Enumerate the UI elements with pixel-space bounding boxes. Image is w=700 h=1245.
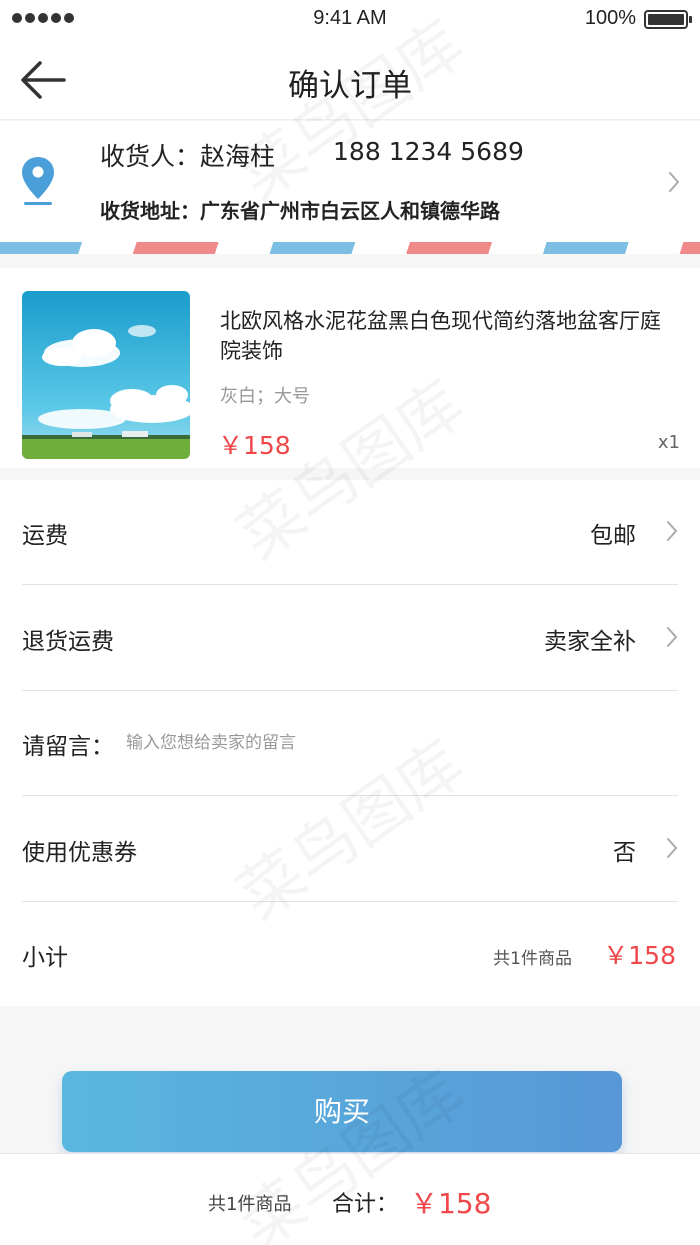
shipping-fee-row[interactable]: 运费 包邮 <box>22 480 678 585</box>
nav-bar: 确认订单 <box>0 40 700 120</box>
coupon-value: 否 <box>613 840 636 866</box>
product-price: ￥158 <box>218 431 291 460</box>
order-confirm-screen: 9:41 AM 100% 确认订单 收货人： 赵海柱 188 1234 5689… <box>0 0 700 1245</box>
order-options: 运费 包邮 退货运费 卖家全补 请留言： 使用优惠券 否 小计 共1件商 <box>0 480 700 1006</box>
address-line: 收货地址：广东省广州市白云区人和镇德华路 <box>100 195 500 224</box>
chevron-right-icon <box>667 521 677 541</box>
product-spec: 灰白；大号 <box>220 386 310 407</box>
status-bar: 9:41 AM 100% <box>0 0 700 40</box>
return-shipping-label: 退货运费 <box>22 629 114 655</box>
receiver-phone: 188 1234 5689 <box>333 137 524 166</box>
page-title: 确认订单 <box>288 68 412 104</box>
return-shipping-row[interactable]: 退货运费 卖家全补 <box>22 586 678 691</box>
receiver-label: 收货人： <box>100 142 201 171</box>
shipping-fee-value: 包邮 <box>590 523 636 549</box>
subtotal-label: 小计 <box>22 945 68 971</box>
message-input[interactable] <box>126 729 666 757</box>
coupon-label: 使用优惠券 <box>22 840 137 866</box>
chevron-right-icon <box>667 627 677 647</box>
shipping-address-card[interactable]: 收货人： 赵海柱 188 1234 5689 收货地址：广东省广州市白云区人和镇… <box>0 121 700 254</box>
total-label: 合计： <box>332 1192 399 1217</box>
receiver-line: 收货人： 赵海柱 188 1234 5689 <box>100 137 524 173</box>
product-title: 北欧风格水泥花盆黑白色现代简约落地盆客厅庭院装饰 <box>220 309 661 363</box>
address-text: 广东省广州市白云区人和镇德华路 <box>200 199 500 223</box>
chevron-right-icon <box>669 172 679 192</box>
envelope-stripe <box>0 242 700 254</box>
total-item-count: 共1件商品 <box>208 1194 292 1215</box>
battery-percentage: 100% <box>584 7 636 29</box>
product-item[interactable]: 北欧风格水泥花盆黑白色现代简约落地盆客厅庭院装饰 灰白；大号 ￥158 x1 <box>0 268 700 468</box>
address-label: 收货地址： <box>100 199 200 223</box>
product-quantity: x1 <box>657 432 680 453</box>
shipping-fee-label: 运费 <box>22 523 68 549</box>
chevron-right-icon <box>667 838 677 858</box>
order-total-bar: 共1件商品 合计： ￥158 <box>0 1153 700 1245</box>
subtotal-price: ￥158 <box>603 941 676 970</box>
total-price: ￥158 <box>410 1187 492 1220</box>
receiver-name: 赵海柱 <box>200 142 276 171</box>
message-row: 请留言： <box>22 691 678 796</box>
message-label: 请留言： <box>22 734 114 760</box>
subtotal-item-count: 共1件商品 <box>493 949 572 969</box>
location-pin-icon <box>22 157 54 205</box>
product-image <box>22 291 190 459</box>
subtotal-row: 小计 共1件商品 ￥158 <box>22 902 678 1007</box>
coupon-row[interactable]: 使用优惠券 否 <box>22 797 678 902</box>
battery-icon <box>644 10 692 29</box>
buy-button[interactable]: 购买 <box>62 1071 622 1152</box>
return-shipping-value: 卖家全补 <box>544 629 636 655</box>
